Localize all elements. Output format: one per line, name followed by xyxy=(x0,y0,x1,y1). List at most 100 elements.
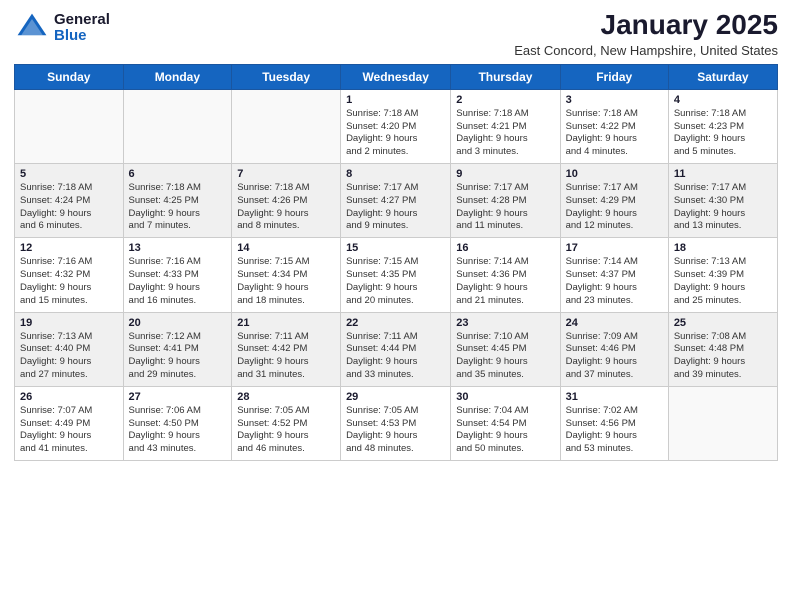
day-info: Sunrise: 7:18 AM Sunset: 4:20 PM Dayligh… xyxy=(346,108,418,157)
day-number: 12 xyxy=(20,242,118,254)
day-number: 15 xyxy=(346,242,445,254)
day-number: 16 xyxy=(456,242,554,254)
title-area: January 2025 East Concord, New Hampshire… xyxy=(514,10,778,58)
day-number: 19 xyxy=(20,317,118,329)
calendar-cell: 30 Sunrise: 7:04 AM Sunset: 4:54 PM Dayli… xyxy=(451,386,560,460)
calendar-cell: 25 Sunrise: 7:08 AM Sunset: 4:48 PM Dayli… xyxy=(668,312,777,386)
calendar-cell: 24 Sunrise: 7:09 AM Sunset: 4:46 PM Dayli… xyxy=(560,312,668,386)
calendar-cell: 9Sunrise: 7:17 AM Sunset: 4:28 PM Daylig… xyxy=(451,164,560,238)
day-info: Sunrise: 7:16 AM Sunset: 4:33 PM Dayligh… xyxy=(129,256,201,305)
day-info: Sunrise: 7:02 AM Sunset: 4:56 PM Dayligh… xyxy=(566,405,638,454)
calendar-cell: 29Sunrise: 7:05 AM Sunset: 4:53 PM Dayli… xyxy=(341,386,451,460)
day-number: 3 xyxy=(566,94,663,106)
day-info: Sunrise: 7:12 AM Sunset: 4:41 PM Dayligh… xyxy=(129,331,201,380)
day-number: 10 xyxy=(566,168,663,180)
calendar-cell: 14 Sunrise: 7:15 AM Sunset: 4:34 PM Dayli… xyxy=(232,238,341,312)
day-number: 17 xyxy=(566,242,663,254)
day-number: 27 xyxy=(129,391,227,403)
calendar-cell: 3 Sunrise: 7:18 AM Sunset: 4:22 PM Daylig… xyxy=(560,89,668,163)
day-info: Sunrise: 7:09 AM Sunset: 4:46 PM Dayligh… xyxy=(566,331,638,380)
day-header-thursday: Thursday xyxy=(451,64,560,89)
day-number: 26 xyxy=(20,391,118,403)
day-number: 14 xyxy=(237,242,335,254)
calendar-cell: 1 Sunrise: 7:18 AM Sunset: 4:20 PM Daylig… xyxy=(341,89,451,163)
calendar-cell xyxy=(668,386,777,460)
day-info: Sunrise: 7:15 AM Sunset: 4:35 PM Dayligh… xyxy=(346,256,418,305)
day-info: Sunrise: 7:18 AM Sunset: 4:23 PM Dayligh… xyxy=(674,108,746,157)
calendar-cell: 18 Sunrise: 7:13 AM Sunset: 4:39 PM Dayli… xyxy=(668,238,777,312)
day-number: 4 xyxy=(674,94,772,106)
calendar-cell: 27 Sunrise: 7:06 AM Sunset: 4:50 PM Dayli… xyxy=(123,386,232,460)
calendar-cell: 4 Sunrise: 7:18 AM Sunset: 4:23 PM Daylig… xyxy=(668,89,777,163)
calendar-cell: 5Sunrise: 7:18 AM Sunset: 4:24 PM Daylig… xyxy=(15,164,124,238)
day-number: 2 xyxy=(456,94,554,106)
calendar-cell xyxy=(232,89,341,163)
day-info: Sunrise: 7:11 AM Sunset: 4:42 PM Dayligh… xyxy=(237,331,309,380)
calendar-cell: 12 Sunrise: 7:16 AM Sunset: 4:32 PM Dayli… xyxy=(15,238,124,312)
day-number: 1 xyxy=(346,94,445,106)
week-row-4: 19 Sunrise: 7:13 AM Sunset: 4:40 PM Dayli… xyxy=(15,312,778,386)
calendar-cell: 16 Sunrise: 7:14 AM Sunset: 4:36 PM Dayli… xyxy=(451,238,560,312)
calendar-cell: 6 Sunrise: 7:18 AM Sunset: 4:25 PM Daylig… xyxy=(123,164,232,238)
page: General Blue January 2025 East Concord, … xyxy=(0,0,792,612)
calendar-cell: 23Sunrise: 7:10 AM Sunset: 4:45 PM Dayli… xyxy=(451,312,560,386)
week-row-2: 5Sunrise: 7:18 AM Sunset: 4:24 PM Daylig… xyxy=(15,164,778,238)
day-number: 7 xyxy=(237,168,335,180)
day-number: 23 xyxy=(456,317,554,329)
day-number: 9 xyxy=(456,168,554,180)
calendar-cell: 11 Sunrise: 7:17 AM Sunset: 4:30 PM Dayli… xyxy=(668,164,777,238)
logo-text: General Blue xyxy=(54,12,110,45)
calendar-cell: 26Sunrise: 7:07 AM Sunset: 4:49 PM Dayli… xyxy=(15,386,124,460)
day-number: 28 xyxy=(237,391,335,403)
calendar-cell: 8Sunrise: 7:17 AM Sunset: 4:27 PM Daylig… xyxy=(341,164,451,238)
week-row-1: 1 Sunrise: 7:18 AM Sunset: 4:20 PM Daylig… xyxy=(15,89,778,163)
day-info: Sunrise: 7:13 AM Sunset: 4:39 PM Dayligh… xyxy=(674,256,746,305)
logo: General Blue xyxy=(14,10,110,46)
day-info: Sunrise: 7:13 AM Sunset: 4:40 PM Dayligh… xyxy=(20,331,92,380)
day-info: Sunrise: 7:18 AM Sunset: 4:21 PM Dayligh… xyxy=(456,108,528,157)
logo-icon xyxy=(14,10,50,46)
day-info: Sunrise: 7:06 AM Sunset: 4:50 PM Dayligh… xyxy=(129,405,201,454)
day-number: 6 xyxy=(129,168,227,180)
day-number: 21 xyxy=(237,317,335,329)
day-info: Sunrise: 7:15 AM Sunset: 4:34 PM Dayligh… xyxy=(237,256,309,305)
day-number: 8 xyxy=(346,168,445,180)
day-number: 18 xyxy=(674,242,772,254)
day-info: Sunrise: 7:14 AM Sunset: 4:36 PM Dayligh… xyxy=(456,256,528,305)
day-number: 13 xyxy=(129,242,227,254)
day-header-friday: Friday xyxy=(560,64,668,89)
subtitle: East Concord, New Hampshire, United Stat… xyxy=(514,43,778,58)
day-number: 11 xyxy=(674,168,772,180)
day-header-saturday: Saturday xyxy=(668,64,777,89)
calendar-cell: 13 Sunrise: 7:16 AM Sunset: 4:33 PM Dayli… xyxy=(123,238,232,312)
day-info: Sunrise: 7:05 AM Sunset: 4:52 PM Dayligh… xyxy=(237,405,309,454)
day-number: 30 xyxy=(456,391,554,403)
day-info: Sunrise: 7:18 AM Sunset: 4:22 PM Dayligh… xyxy=(566,108,638,157)
main-title: January 2025 xyxy=(514,10,778,41)
day-header-tuesday: Tuesday xyxy=(232,64,341,89)
day-header-sunday: Sunday xyxy=(15,64,124,89)
calendar: SundayMondayTuesdayWednesdayThursdayFrid… xyxy=(14,64,778,461)
logo-general-text: General xyxy=(54,12,110,29)
day-info: Sunrise: 7:18 AM Sunset: 4:25 PM Dayligh… xyxy=(129,182,201,231)
calendar-cell: 19 Sunrise: 7:13 AM Sunset: 4:40 PM Dayli… xyxy=(15,312,124,386)
day-number: 24 xyxy=(566,317,663,329)
calendar-cell: 17 Sunrise: 7:14 AM Sunset: 4:37 PM Dayli… xyxy=(560,238,668,312)
day-info: Sunrise: 7:17 AM Sunset: 4:30 PM Dayligh… xyxy=(674,182,746,231)
day-info: Sunrise: 7:08 AM Sunset: 4:48 PM Dayligh… xyxy=(674,331,746,380)
day-info: Sunrise: 7:18 AM Sunset: 4:26 PM Dayligh… xyxy=(237,182,309,231)
calendar-cell: 21 Sunrise: 7:11 AM Sunset: 4:42 PM Dayli… xyxy=(232,312,341,386)
day-info: Sunrise: 7:16 AM Sunset: 4:32 PM Dayligh… xyxy=(20,256,92,305)
day-info: Sunrise: 7:18 AM Sunset: 4:24 PM Dayligh… xyxy=(20,182,92,231)
week-row-3: 12 Sunrise: 7:16 AM Sunset: 4:32 PM Dayli… xyxy=(15,238,778,312)
calendar-cell: 22Sunrise: 7:11 AM Sunset: 4:44 PM Dayli… xyxy=(341,312,451,386)
calendar-cell xyxy=(15,89,124,163)
calendar-cell: 31Sunrise: 7:02 AM Sunset: 4:56 PM Dayli… xyxy=(560,386,668,460)
day-info: Sunrise: 7:04 AM Sunset: 4:54 PM Dayligh… xyxy=(456,405,528,454)
day-info: Sunrise: 7:14 AM Sunset: 4:37 PM Dayligh… xyxy=(566,256,638,305)
calendar-cell xyxy=(123,89,232,163)
calendar-cell: 15 Sunrise: 7:15 AM Sunset: 4:35 PM Dayli… xyxy=(341,238,451,312)
calendar-cell: 2 Sunrise: 7:18 AM Sunset: 4:21 PM Daylig… xyxy=(451,89,560,163)
day-number: 25 xyxy=(674,317,772,329)
day-header-wednesday: Wednesday xyxy=(341,64,451,89)
